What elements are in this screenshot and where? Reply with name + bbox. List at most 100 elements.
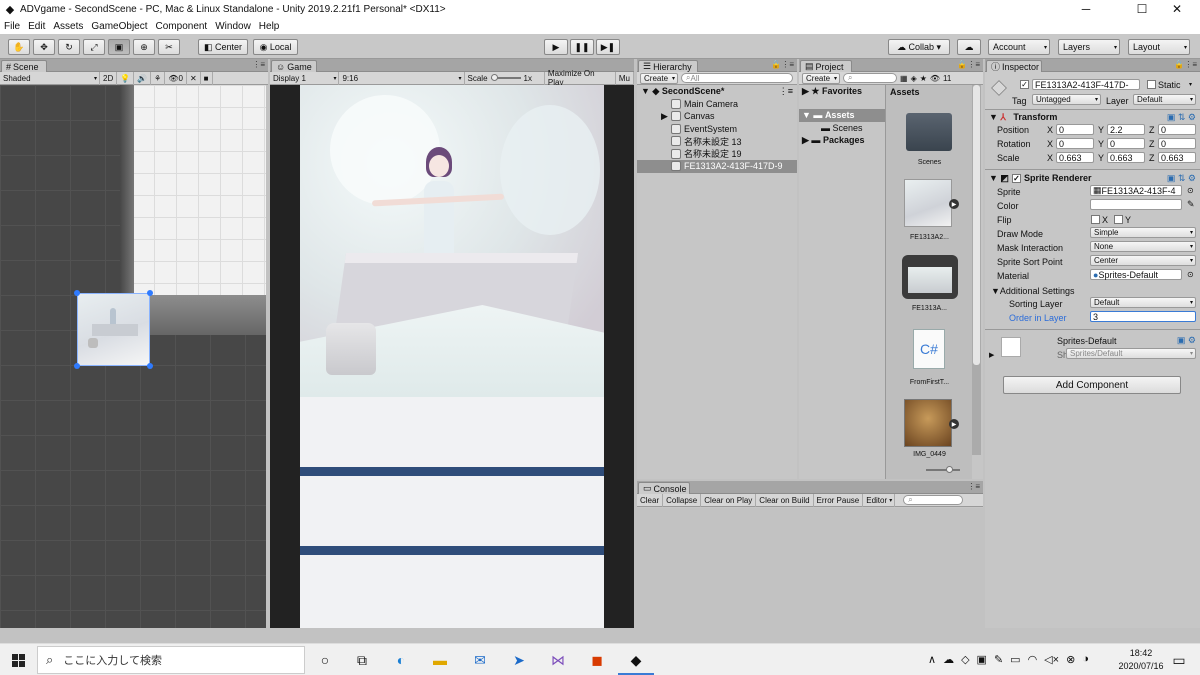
tab-menu-icon[interactable]: 🔒⋮≡ (771, 60, 794, 69)
hand-tool-icon[interactable]: ✋ (8, 39, 30, 55)
shading-dropdown[interactable]: Shaded ▾ (0, 71, 100, 85)
shader-dropdown[interactable]: Sprites/Default ▾ (1066, 348, 1196, 359)
hierarchy-item[interactable]: 名称未設定 13 (637, 135, 797, 148)
scale-tool-icon[interactable]: ⤢ (83, 39, 105, 55)
rotation-y-field[interactable]: 0 (1107, 138, 1145, 149)
tab-menu-icon[interactable]: 🔒⋮≡ (957, 60, 980, 69)
asset-item[interactable]: C# FromFirstT... (886, 329, 973, 389)
task-view-icon[interactable]: ⧉ (353, 651, 371, 669)
color-swatch[interactable] (1090, 199, 1182, 210)
tab-menu-icon[interactable]: ⋮≡ (252, 60, 265, 69)
app-icon[interactable]: ➤ (510, 651, 528, 669)
minimize-button[interactable]: ─ (1063, 0, 1109, 18)
effects-icon[interactable]: ⚘ (151, 71, 166, 85)
draw-mode-dropdown[interactable]: Simple ▾ (1090, 227, 1196, 238)
clock[interactable]: 18:42 2020/07/16 (1115, 647, 1167, 673)
menu-file[interactable]: File (0, 21, 24, 32)
component-icons[interactable]: ▣ ⇅ ⚙ (1167, 173, 1196, 184)
collab-dropdown[interactable]: ☁ Collab ▾ (888, 39, 950, 55)
chevron-up-icon[interactable]: ∧ (928, 653, 936, 666)
sorting-layer-dropdown[interactable]: Default ▾ (1090, 297, 1196, 308)
volume-muted-icon[interactable]: ◁× (1044, 653, 1059, 666)
hierarchy-search-input[interactable]: ⌕ All (681, 73, 793, 83)
create-dropdown[interactable]: Create ▾ (640, 72, 678, 84)
rotate-tool-icon[interactable]: ↻ (58, 39, 80, 55)
eyedropper-icon[interactable]: ✎ (1187, 199, 1195, 210)
expand-asset-icon[interactable]: ▶ (949, 199, 959, 209)
layout-dropdown[interactable]: Layout ▾ (1128, 39, 1190, 55)
scale-slider[interactable]: Scale 1x (465, 71, 545, 85)
hierarchy-item-selected[interactable]: FE1313A2-413F-417D-9 (637, 160, 797, 173)
space-toggle[interactable]: ◉ Local (253, 39, 298, 55)
sprite-renderer-header[interactable]: ▼ ◩ ✓ Sprite Renderer ▣ ⇅ ⚙ (985, 171, 1200, 185)
tab-project[interactable]: ▤ Project (800, 60, 852, 72)
asset-item[interactable]: Scenes (886, 109, 973, 169)
scene-menu-icon[interactable]: ⋮≡ (779, 86, 793, 97)
mail-icon[interactable]: ✉ (471, 651, 489, 669)
static-checkbox[interactable] (1147, 80, 1156, 89)
favorites-row[interactable]: ▶ ★ Favorites (799, 85, 885, 98)
clear-button[interactable]: Clear (637, 493, 664, 507)
audio-icon[interactable]: 🔊 (134, 71, 152, 85)
clear-on-build-toggle[interactable]: Clear on Build (756, 493, 814, 507)
rect-tool-icon[interactable]: ▣ (108, 39, 130, 55)
project-scrollbar[interactable] (972, 85, 981, 455)
taskbar-search[interactable]: ⌕ ここに入力して検索 (37, 646, 305, 674)
cloud-services-icon[interactable]: ☁ (957, 39, 981, 55)
aspect-dropdown[interactable]: 9:16 ▾ (339, 71, 465, 85)
star-icon[interactable]: ★ (920, 74, 927, 83)
sort-point-dropdown[interactable]: Center ▾ (1090, 255, 1196, 266)
lighting-icon[interactable]: 💡 (117, 71, 135, 85)
collapse-toggle[interactable]: Collapse (663, 493, 702, 507)
clear-on-play-toggle[interactable]: Clear on Play (701, 493, 757, 507)
tab-inspector[interactable]: ⓘ Inspector (986, 60, 1042, 72)
moon-icon[interactable]: ◑ (1082, 653, 1089, 666)
unity-taskbar-icon[interactable]: ◆ (627, 651, 645, 669)
expand-asset-icon[interactable]: ▶ (949, 419, 959, 429)
object-picker-icon[interactable]: ⊙ (1187, 270, 1194, 279)
scale-x-field[interactable]: 0.663 (1056, 152, 1094, 163)
expand-arrow-icon[interactable]: ▶ (989, 351, 994, 359)
maximize-on-play-toggle[interactable]: Maximize On Play (545, 69, 616, 87)
console-log-area[interactable] (637, 508, 983, 628)
project-search-input[interactable]: ⌕ (843, 73, 897, 83)
position-x-field[interactable]: 0 (1056, 124, 1094, 135)
enabled-checkbox[interactable]: ✓ (1011, 173, 1021, 183)
filter-type-icon[interactable]: ▦ (900, 74, 908, 83)
pen-icon[interactable]: ✎ (994, 653, 1003, 666)
play-button[interactable]: ▶ (544, 39, 568, 55)
app-tray-icon[interactable]: ▣ (977, 653, 987, 666)
rotation-z-field[interactable]: 0 (1158, 138, 1196, 149)
create-dropdown[interactable]: Create ▾ (802, 72, 840, 84)
file-explorer-icon[interactable]: ▬ (431, 651, 449, 669)
object-name-field[interactable]: FE1313A2-413F-417D- (1032, 79, 1140, 90)
hidden-count-icon[interactable]: 👁 (930, 74, 940, 83)
tab-menu-icon[interactable]: ⋮≡ (967, 482, 980, 491)
hidden-objects-icon[interactable]: 👁 0 (165, 71, 187, 85)
active-checkbox[interactable]: ✓ (1020, 80, 1029, 89)
pause-button[interactable]: ❚❚ (570, 39, 594, 55)
office-icon[interactable]: ◼ (588, 651, 606, 669)
transform-tool-icon[interactable]: ⊕ (133, 39, 155, 55)
add-component-button[interactable]: Add Component (1003, 376, 1181, 394)
thumbnail-size-slider[interactable] (926, 466, 960, 473)
status-icon[interactable]: ⊗ (1066, 653, 1075, 666)
scenes-folder-row[interactable]: ▬ Scenes (799, 122, 885, 135)
hierarchy-item[interactable]: ▶ Canvas (637, 110, 797, 123)
dropbox-icon[interactable]: ◇ (961, 653, 969, 666)
scale-z-field[interactable]: 0.663 (1158, 152, 1196, 163)
edge-browser-icon[interactable]: ◐ (392, 651, 410, 669)
onedrive-icon[interactable]: ☁ (943, 653, 954, 666)
rect-handle[interactable] (74, 363, 80, 369)
rect-handle[interactable] (74, 290, 80, 296)
menu-window[interactable]: Window (211, 21, 255, 32)
wifi-icon[interactable]: ◠ (1028, 653, 1038, 666)
error-pause-toggle[interactable]: Error Pause (814, 493, 864, 507)
scene-root-row[interactable]: ▼ ◆ SecondScene* ⋮≡ (637, 85, 797, 98)
material-field[interactable]: ● Sprites-Default (1090, 269, 1182, 280)
menu-edit[interactable]: Edit (24, 21, 49, 32)
layer-dropdown[interactable]: Default ▾ (1133, 94, 1196, 105)
sprite-field[interactable]: ▦ FE1313A2-413F-4 (1090, 185, 1182, 196)
tab-hierarchy[interactable]: ☰ Hierarchy (638, 60, 698, 72)
pivot-toggle[interactable]: ◧ Center (198, 39, 248, 55)
